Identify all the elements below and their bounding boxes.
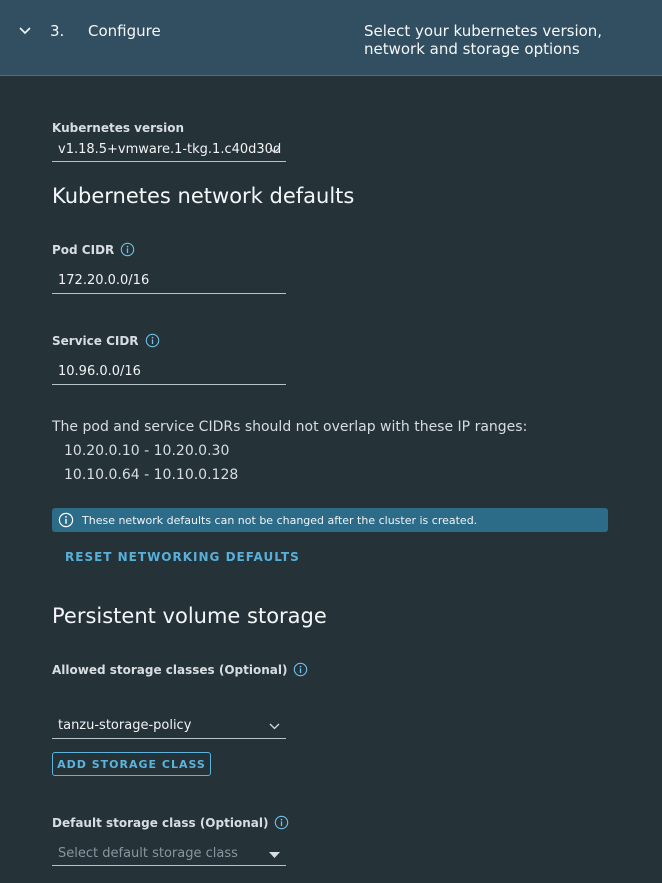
add-storage-class-button[interactable]: ADD STORAGE CLASS	[52, 752, 211, 776]
pod-cidr-value: 172.20.0.0/16	[58, 273, 150, 288]
caret-down-icon	[269, 852, 280, 858]
cidr-overlap-note: The pod and service CIDRs should not ove…	[52, 419, 528, 435]
kubernetes-version-select[interactable]: v1.18.5+vmware.1-tkg.1.c40d30d	[52, 142, 286, 162]
allowed-storage-classes-label: Allowed storage classes (Optional)	[52, 662, 308, 677]
pod-cidr-label-text: Pod CIDR	[52, 242, 115, 257]
reset-networking-defaults-button[interactable]: RESET NETWORKING DEFAULTS	[65, 550, 300, 564]
network-defaults-heading: Kubernetes network defaults	[52, 184, 355, 208]
info-circle-icon[interactable]	[145, 333, 160, 348]
info-circle-icon[interactable]	[120, 242, 135, 257]
info-circle-icon[interactable]	[293, 662, 308, 677]
service-cidr-input[interactable]: 10.96.0.0/16	[52, 364, 286, 385]
info-circle-icon[interactable]	[274, 815, 289, 830]
kubernetes-version-label: Kubernetes version	[52, 121, 184, 135]
ip-range: 10.20.0.10 - 10.20.0.30	[64, 443, 230, 459]
ip-range: 10.10.0.64 - 10.10.0.128	[64, 467, 239, 483]
chevron-down-icon[interactable]	[18, 24, 32, 38]
service-cidr-label: Service CIDR	[52, 333, 160, 348]
step-description: Select your kubernetes version, network …	[364, 22, 603, 58]
alert-text: These network defaults can not be change…	[82, 513, 478, 527]
allowed-storage-class-select[interactable]: tanzu-storage-policy	[52, 718, 286, 739]
kubernetes-version-label-text: Kubernetes version	[52, 121, 185, 135]
kubernetes-version-value: v1.18.5+vmware.1-tkg.1.c40d30d	[58, 142, 282, 157]
allowed-storage-class-value: tanzu-storage-policy	[58, 718, 192, 733]
default-storage-class-label-text: Default storage class (Optional)	[52, 815, 269, 830]
allowed-storage-classes-label-text: Allowed storage classes (Optional)	[52, 662, 288, 677]
default-storage-class-select[interactable]: Select default storage class	[52, 846, 286, 866]
step-number: 3.	[50, 22, 65, 40]
step-title: Configure	[88, 22, 161, 40]
chevron-down-icon	[269, 723, 280, 730]
service-cidr-label-text: Service CIDR	[52, 333, 139, 348]
chevron-down-icon	[269, 147, 280, 154]
default-storage-class-placeholder: Select default storage class	[58, 846, 238, 861]
network-defaults-alert: These network defaults can not be change…	[52, 508, 608, 532]
step-header[interactable]: 3. Configure Select your kubernetes vers…	[0, 0, 662, 76]
persistent-volume-storage-heading: Persistent volume storage	[52, 604, 327, 628]
info-circle-icon	[58, 512, 74, 528]
pod-cidr-input[interactable]: 172.20.0.0/16	[52, 273, 286, 294]
service-cidr-value: 10.96.0.0/16	[58, 364, 141, 379]
default-storage-class-label: Default storage class (Optional)	[52, 815, 289, 830]
pod-cidr-label: Pod CIDR	[52, 242, 135, 257]
